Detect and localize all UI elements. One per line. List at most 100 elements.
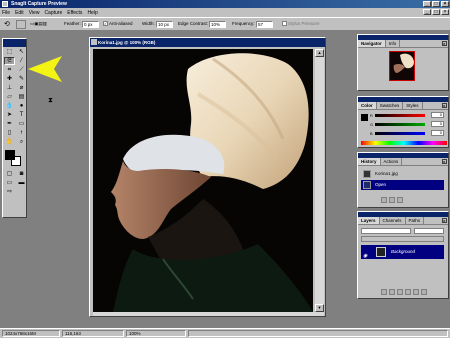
history-snapshot-item[interactable]: Korina1.jpg [361, 169, 444, 179]
new-snapshot-icon[interactable] [381, 197, 387, 203]
delete-state-icon[interactable] [397, 197, 403, 203]
hand-tool-icon[interactable]: ✋ [4, 138, 15, 146]
selection-mode-icon[interactable] [16, 20, 26, 29]
lock-options[interactable] [361, 236, 444, 242]
jump-to-imageready-icon[interactable]: ⇨ [4, 188, 15, 196]
selection-mode-group[interactable]: ▭▣▤▥ [30, 21, 47, 27]
document-canvas[interactable] [93, 49, 313, 312]
healing-brush-icon[interactable]: ✚ [4, 75, 15, 83]
window-title: SnagIt Capture Preview [11, 1, 67, 7]
pen-tool-icon[interactable]: ✒ [4, 120, 15, 128]
scroll-down-icon[interactable]: ▼ [315, 304, 324, 312]
tab-history[interactable]: History [358, 158, 381, 165]
stamp-tool-icon[interactable]: ⊥ [4, 84, 15, 92]
r-value[interactable]: 0 [431, 112, 444, 118]
close-button[interactable]: × [441, 1, 449, 7]
tab-navigator[interactable]: Navigator [358, 40, 386, 47]
lasso-preset-icon[interactable]: ⟲ [4, 20, 10, 28]
color-menu-icon[interactable]: ▸ [442, 103, 447, 108]
eraser-tool-icon[interactable]: ▱ [4, 93, 15, 101]
scroll-up-icon[interactable]: ▲ [315, 49, 324, 57]
shape-tool-icon[interactable]: ▭ [16, 120, 27, 128]
b-value[interactable]: 0 [431, 130, 444, 136]
screen-mode-full-icon[interactable]: ▬ [16, 179, 27, 187]
layers-menu-icon[interactable]: ▸ [442, 218, 447, 223]
antialiased-checkbox[interactable]: ✓ Anti-aliased [103, 21, 133, 27]
new-document-icon[interactable] [389, 197, 395, 203]
dodge-tool-icon[interactable]: ● [16, 102, 27, 110]
brush-tool-icon[interactable]: ✎ [16, 75, 27, 83]
magnetic-lasso-tool-icon[interactable]: ᘓ [4, 57, 15, 65]
new-layer-icon[interactable] [413, 289, 419, 295]
navigator-palette: Navigator Info ▸ [357, 34, 449, 91]
tab-info[interactable]: Info [386, 40, 401, 47]
document-title-bar[interactable]: Korina1.jpg @ 100% (RGB) [90, 38, 325, 47]
history-state-item[interactable]: Open [361, 180, 444, 190]
screen-mode-standard-icon[interactable]: ▭ [4, 179, 15, 187]
gradient-tool-icon[interactable]: ▤ [16, 93, 27, 101]
magic-wand-tool-icon[interactable]: ⁄ [16, 57, 27, 65]
type-tool-icon[interactable]: T [16, 111, 27, 119]
horizontal-scrollbar[interactable] [93, 312, 324, 316]
tab-swatches[interactable]: Swatches [377, 102, 404, 109]
history-brush-icon[interactable]: ⌀ [16, 84, 27, 92]
new-set-icon[interactable] [397, 289, 403, 295]
menu-file[interactable]: File [2, 10, 10, 16]
b-label: B [370, 131, 373, 136]
menu-view[interactable]: View [29, 10, 40, 16]
document-icon [91, 39, 97, 45]
window-title-bar: SnagIt Capture Preview _ □ × [0, 0, 450, 8]
path-selection-icon[interactable]: ➤ [4, 111, 15, 119]
tab-channels[interactable]: Channels [380, 217, 406, 224]
navigator-menu-icon[interactable]: ▸ [442, 41, 447, 46]
eye-icon[interactable]: ◉ [363, 249, 367, 263]
stylus-pressure-checkbox[interactable]: Stylus Pressure [282, 21, 320, 27]
doc-minimize-button[interactable]: _ [423, 9, 431, 15]
quickmask-mode-icon[interactable]: ◙ [16, 170, 27, 178]
opacity-input[interactable] [414, 228, 444, 234]
edge-contrast-input[interactable]: 10% [209, 21, 226, 28]
menu-help[interactable]: Help [87, 10, 97, 16]
marquee-tool-icon[interactable]: ⬚ [4, 48, 15, 56]
crop-tool-icon[interactable]: ⌗ [4, 66, 15, 74]
slice-tool-icon[interactable]: ⟋ [16, 66, 27, 74]
adjustment-layer-icon[interactable] [405, 289, 411, 295]
layer-style-icon[interactable] [381, 289, 387, 295]
width-input[interactable]: 10 px [156, 21, 173, 28]
doc-close-button[interactable]: × [441, 9, 449, 15]
feather-input[interactable]: 0 px [82, 21, 99, 28]
frequency-input[interactable]: 57 [256, 21, 273, 28]
g-slider[interactable] [375, 123, 425, 126]
blur-tool-icon[interactable]: 💧 [4, 102, 15, 110]
tab-color[interactable]: Color [358, 102, 377, 109]
notes-tool-icon[interactable]: ▯ [4, 129, 15, 137]
maximize-button[interactable]: □ [432, 1, 440, 7]
doc-restore-button[interactable]: □ [432, 9, 440, 15]
menu-capture[interactable]: Capture [44, 10, 62, 16]
foreground-color-swatch[interactable] [5, 150, 15, 160]
tab-layers[interactable]: Layers [358, 217, 380, 224]
eyedropper-tool-icon[interactable]: ⟊ [16, 129, 27, 137]
move-tool-icon[interactable]: ↖ [16, 48, 27, 56]
b-slider[interactable] [375, 132, 425, 135]
navigator-thumbnail[interactable] [389, 51, 415, 81]
layer-row-background[interactable]: ◉ Background [361, 245, 444, 259]
minimize-button[interactable]: _ [423, 1, 431, 7]
layer-mask-icon[interactable] [389, 289, 395, 295]
blend-mode-select[interactable] [361, 228, 411, 234]
standard-mode-icon[interactable]: ▢ [4, 170, 15, 178]
zoom-tool-icon[interactable]: ⌕ [16, 138, 27, 146]
color-spectrum-bar[interactable] [361, 141, 447, 145]
delete-layer-icon[interactable] [421, 289, 427, 295]
menu-effects[interactable]: Effects [67, 10, 82, 16]
r-slider[interactable] [375, 114, 425, 117]
tab-paths[interactable]: Paths [406, 217, 425, 224]
menu-edit[interactable]: Edit [15, 10, 24, 16]
vertical-scrollbar[interactable]: ▲ ▼ [315, 49, 324, 312]
tab-actions[interactable]: Actions [381, 158, 403, 165]
history-menu-icon[interactable]: ▸ [442, 159, 447, 164]
tab-styles[interactable]: Styles [403, 102, 423, 109]
frequency-label: Frequency: [232, 21, 255, 26]
color-fg-swatch[interactable] [361, 114, 368, 121]
g-value[interactable]: 0 [431, 121, 444, 127]
